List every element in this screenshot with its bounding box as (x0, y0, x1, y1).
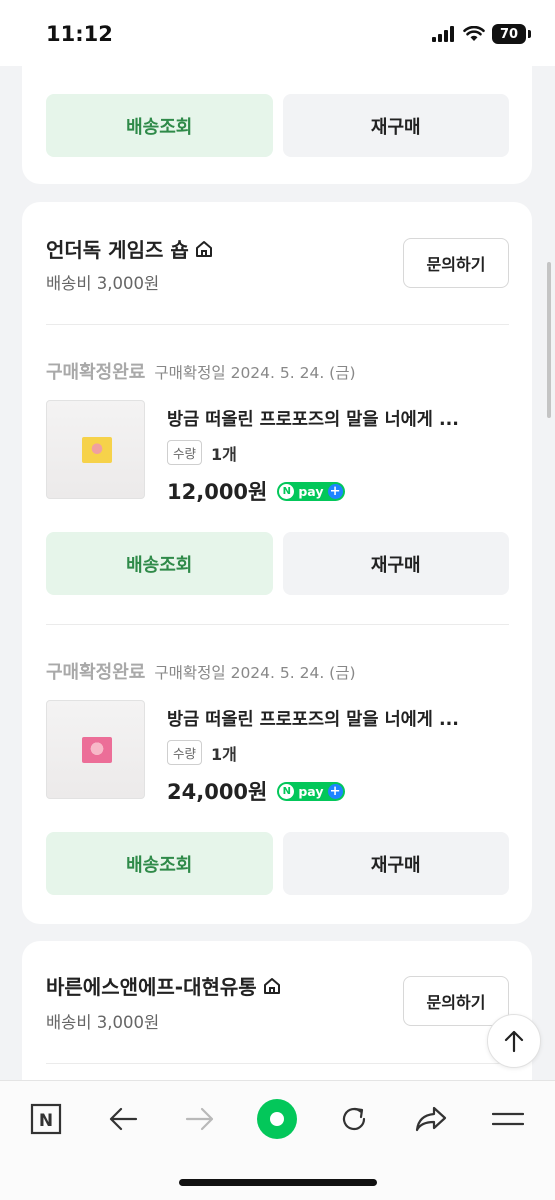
product-price: 24,000원 (167, 780, 268, 804)
forward-button[interactable] (178, 1097, 222, 1141)
price-row: 24,000원 N pay + (167, 776, 345, 806)
forward-arrow-icon (185, 1107, 214, 1131)
quantity-value: 1개 (211, 444, 237, 464)
back-arrow-icon (109, 1107, 138, 1131)
refresh-icon (342, 1107, 366, 1131)
scroll-top-icon (504, 1030, 524, 1053)
price-row: 12,000원 N pay + (167, 476, 345, 506)
status-bar: 11:12 70 (0, 0, 555, 66)
home-indicator (179, 1179, 377, 1186)
npay-n-icon: N (279, 483, 295, 499)
menu-button[interactable] (486, 1097, 530, 1141)
track-delivery-button[interactable]: 배송조회 (46, 94, 273, 157)
inquiry-button[interactable]: 문의하기 (403, 238, 509, 288)
naver-n-icon: N (30, 1103, 62, 1135)
product-thumbnail[interactable] (46, 400, 145, 499)
battery-cap (528, 30, 531, 38)
order-status-label: 구매확정완료 (46, 362, 146, 383)
naver-home-button[interactable]: N (24, 1097, 68, 1141)
back-button[interactable] (101, 1097, 145, 1141)
menu-icon (492, 1112, 524, 1126)
order-status: 구매확정완료 구매확정일 2024. 5. 24. (금) (46, 658, 356, 684)
product-title[interactable]: 방금 떠올린 프로포즈의 말을 너에게 ... (167, 706, 507, 731)
shipping-fee: 배송비 3,000원 (46, 274, 160, 293)
npay-text: pay (298, 483, 324, 499)
quantity-value: 1개 (211, 744, 237, 764)
rebuy-button[interactable]: 재구매 (282, 832, 509, 895)
status-time: 11:12 (46, 22, 113, 46)
order-status-label: 구매확정완료 (46, 662, 146, 683)
store-name-label: 언더독 게임즈 숍 (46, 238, 189, 262)
green-dot-icon (257, 1099, 297, 1139)
npay-badge: N pay + (277, 481, 345, 501)
previous-order-card: 배송조회 재구매 (22, 66, 532, 184)
npay-n-icon: N (279, 783, 295, 799)
npay-badge: N pay + (277, 781, 345, 801)
refresh-button[interactable] (332, 1097, 376, 1141)
share-icon (415, 1106, 447, 1132)
status-icons: 70 (432, 24, 531, 44)
product-price: 12,000원 (167, 480, 268, 504)
store-order-card: 바른에스앤에프-대현유통 배송비 3,000원 문의하기 (22, 941, 532, 1101)
confirm-date: 구매확정일 2024. 5. 24. (금) (154, 364, 356, 382)
divider (46, 324, 509, 325)
quantity-tag: 수량 (167, 440, 203, 465)
track-delivery-button[interactable]: 배송조회 (46, 532, 273, 595)
rebuy-button[interactable]: 재구매 (282, 532, 509, 595)
track-delivery-button[interactable]: 배송조회 (46, 832, 273, 895)
order-actions: 배송조회 재구매 (46, 532, 509, 595)
home-store-icon (263, 977, 280, 994)
wifi-icon (463, 26, 485, 41)
store-order-card: 언더독 게임즈 숍 배송비 3,000원 문의하기 구매확정완료 구매확정일 2… (22, 202, 532, 924)
shipping-fee: 배송비 3,000원 (46, 1013, 160, 1032)
naver-n-letter: N (39, 1111, 53, 1131)
divider (46, 624, 509, 625)
green-dot-button[interactable] (255, 1097, 299, 1141)
product-image (82, 737, 112, 763)
signal-icon (432, 26, 454, 42)
product-title[interactable]: 방금 떠올린 프로포즈의 말을 너에게 ... (167, 406, 507, 431)
rebuy-button[interactable]: 재구매 (282, 94, 509, 157)
npay-text: pay (298, 783, 324, 799)
product-thumbnail[interactable] (46, 700, 145, 799)
store-name[interactable]: 바른에스앤에프-대현유통 (46, 971, 282, 1000)
quantity-row: 수량 1개 (167, 740, 237, 765)
home-store-icon (195, 240, 212, 257)
store-name[interactable]: 언더독 게임즈 숍 (46, 234, 214, 263)
quantity-tag: 수량 (167, 740, 203, 765)
share-button[interactable] (409, 1097, 453, 1141)
divider (46, 1063, 509, 1064)
npay-plus-icon: + (327, 783, 343, 799)
quantity-row: 수량 1개 (167, 440, 237, 465)
order-actions: 배송조회 재구매 (46, 832, 509, 895)
store-name-label: 바른에스앤에프-대현유통 (46, 975, 257, 999)
order-actions: 배송조회 재구매 (46, 94, 509, 157)
product-image (82, 437, 112, 463)
scrollbar[interactable] (547, 262, 551, 418)
confirm-date: 구매확정일 2024. 5. 24. (금) (154, 664, 356, 682)
npay-plus-icon: + (327, 483, 343, 499)
scroll-top-button[interactable] (487, 1014, 541, 1068)
inquiry-button[interactable]: 문의하기 (403, 976, 509, 1026)
order-status: 구매확정완료 구매확정일 2024. 5. 24. (금) (46, 358, 356, 384)
battery-indicator: 70 (492, 24, 526, 44)
